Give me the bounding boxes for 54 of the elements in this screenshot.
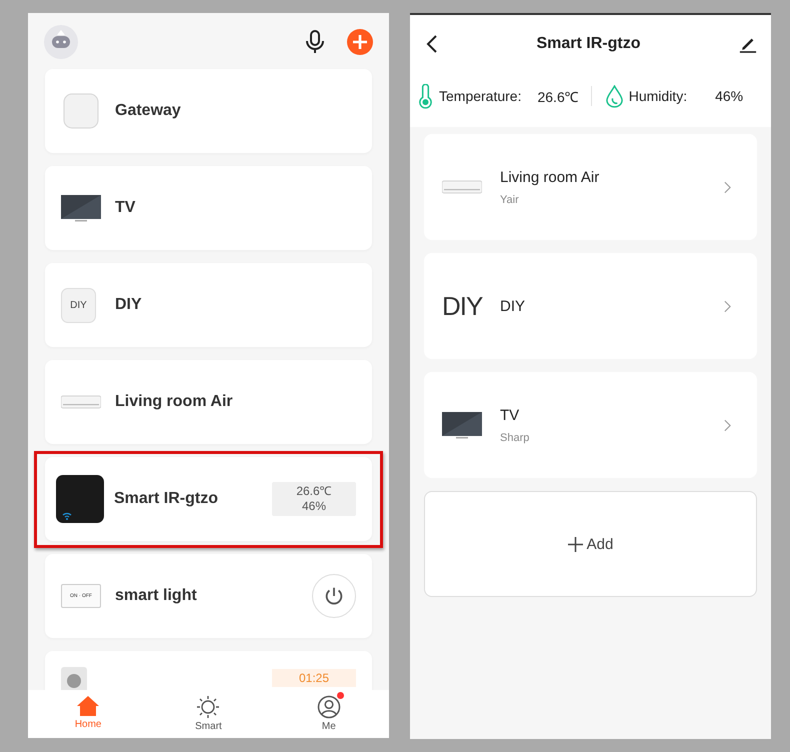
power-icon [323,585,345,607]
sun-icon [196,695,220,719]
device-name: TV [115,199,136,217]
sensor-value: 46% [715,88,744,104]
chevron-right-icon [724,180,731,194]
add-remote-button[interactable]: Add [424,491,757,597]
device-name: DIY [115,296,142,314]
plus-icon [568,536,583,552]
chevron-right-icon [724,418,731,432]
water-drop-icon [606,84,623,108]
ir-remote-hub-icon [56,475,104,523]
remote-brand: Sharp [500,432,530,444]
tab[interactable]: Me [288,690,369,738]
avatar-icon[interactable] [44,25,78,59]
tv-icon [61,193,101,223]
device-name: smart light [115,587,197,605]
microphone-icon[interactable] [305,30,325,54]
remote-name: TV [500,406,520,424]
add-icon[interactable] [347,29,373,55]
thermometer-icon [418,84,433,108]
device-card[interactable]: TV [45,166,372,250]
diy-icon: DIY [442,290,482,322]
timer-badge: 01:25 [272,669,356,687]
remote-card[interactable]: DIY DIY [424,253,757,359]
sensor-value: 26.6℃ [537,88,579,106]
remote-name: Living room Air [500,168,600,186]
page-title: Smart IR-gtzo [536,35,640,53]
air-conditioner-icon [442,180,482,194]
gateway-icon [61,91,101,131]
device-card[interactable]: DIY DIY [45,263,372,347]
device-card[interactable]: Smart IR-gtzo 26.6℃ 46% [45,457,372,541]
device-name: Gateway [115,102,181,120]
remote-card[interactable]: Living room Air Yair [424,134,757,240]
tv-icon [442,410,482,440]
back-icon[interactable] [426,34,438,54]
reading-text: 46% [302,499,326,514]
home-icon [76,695,100,717]
socket-icon [61,667,87,690]
chevron-right-icon [724,300,731,312]
sensor-label: Temperature: [439,88,522,104]
diy-icon: DIY [61,288,96,322]
device-card[interactable]: Living room Air [45,360,372,444]
remote-name: DIY [500,298,526,314]
air-conditioner-icon [61,395,101,409]
reading-text: 26.6℃ [296,484,332,499]
tab[interactable]: Smart [168,690,248,738]
power-button[interactable] [312,574,356,618]
device-name: Living room Air [115,393,233,411]
device-card[interactable]: Gateway [45,69,372,153]
remote-brand: Yair [500,194,520,206]
device-name: Smart IR-gtzo [114,490,218,508]
remote-card[interactable]: TV Sharp [424,372,757,478]
profile-icon [316,695,341,719]
sensor-label: Humidity: [628,88,688,104]
